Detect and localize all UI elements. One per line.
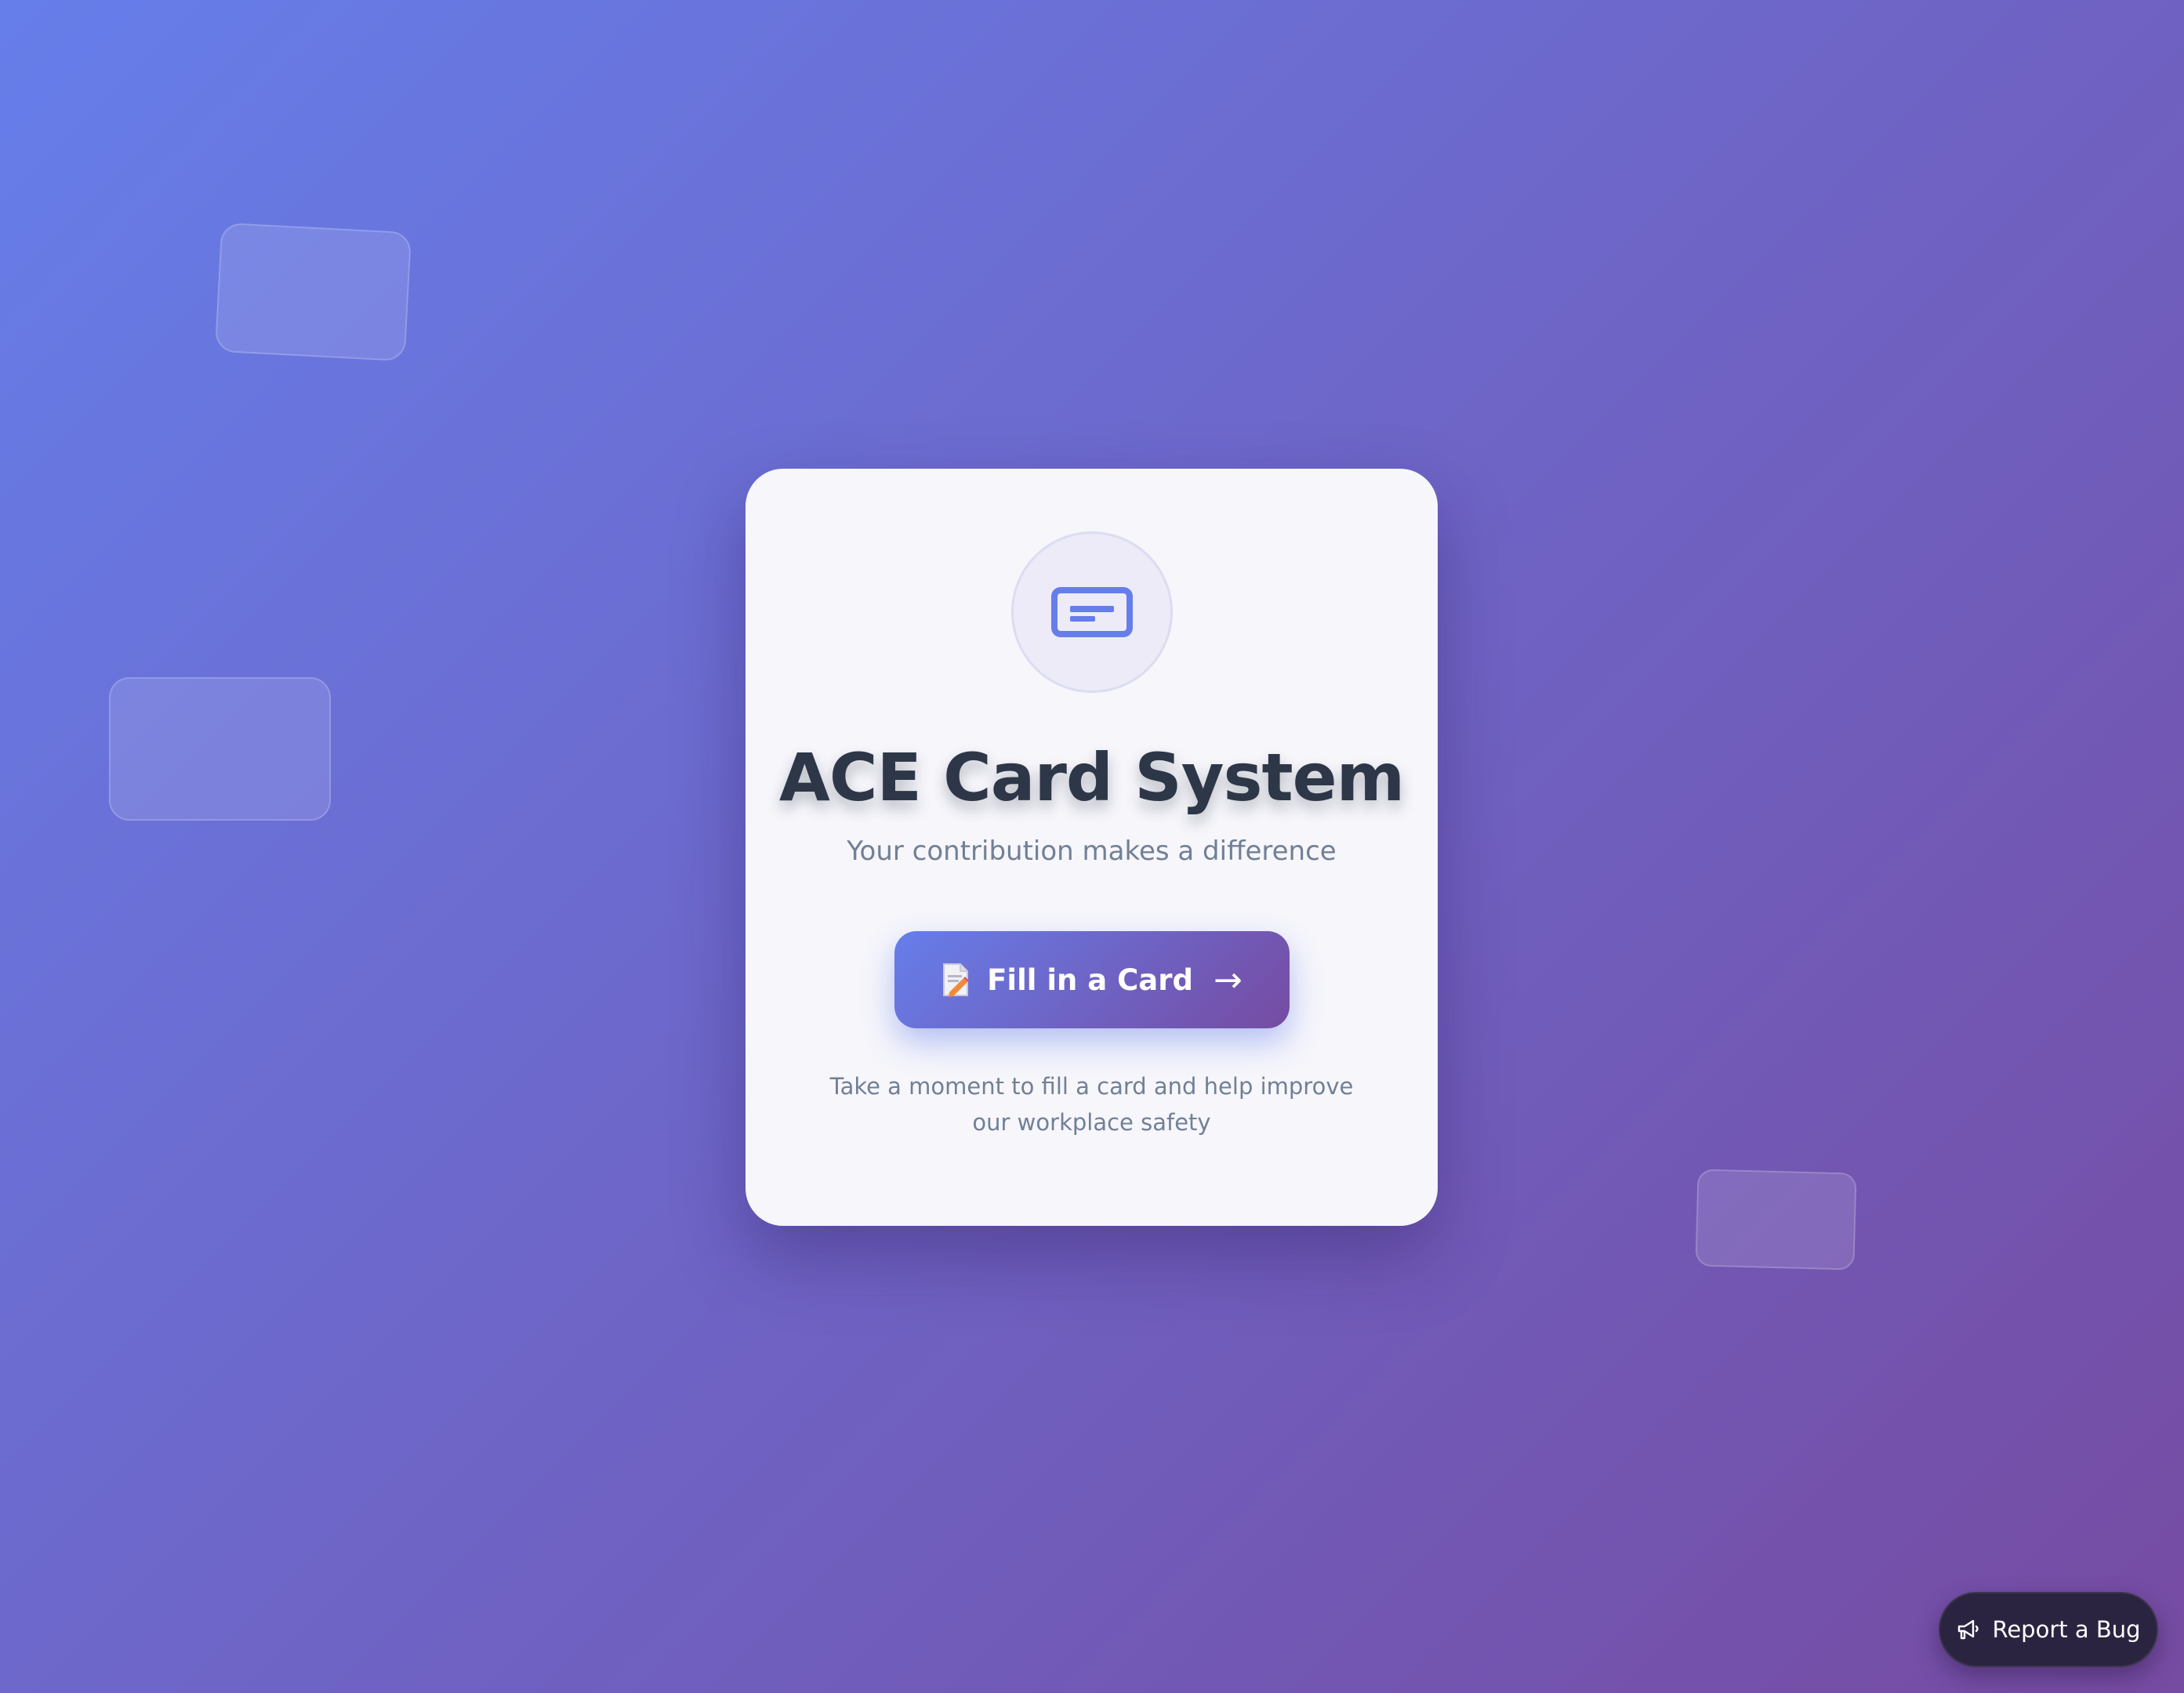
arrow-right-icon: → [1213,959,1243,1000]
page-subtitle: Your contribution makes a difference [847,836,1337,867]
report-bug-button[interactable]: Report a Bug [1939,1592,2158,1667]
decorative-floating-card [1695,1169,1857,1271]
decorative-floating-card [214,222,412,362]
report-bug-label: Report a Bug [1992,1616,2141,1643]
fill-in-card-button[interactable]: Fill in a Card → [894,931,1290,1028]
megaphone-icon [1956,1617,1981,1642]
card-icon-badge [1011,531,1173,693]
helper-text: Take a moment to fill a card and help im… [829,1073,1354,1136]
decorative-floating-card [109,677,331,821]
welcome-card: ACE Card System Your contribution makes … [746,469,1438,1226]
document-pencil-icon [941,963,970,997]
page-title: ACE Card System [778,739,1405,816]
fill-in-card-label: Fill in a Card [987,963,1193,997]
card-icon [1051,587,1133,637]
